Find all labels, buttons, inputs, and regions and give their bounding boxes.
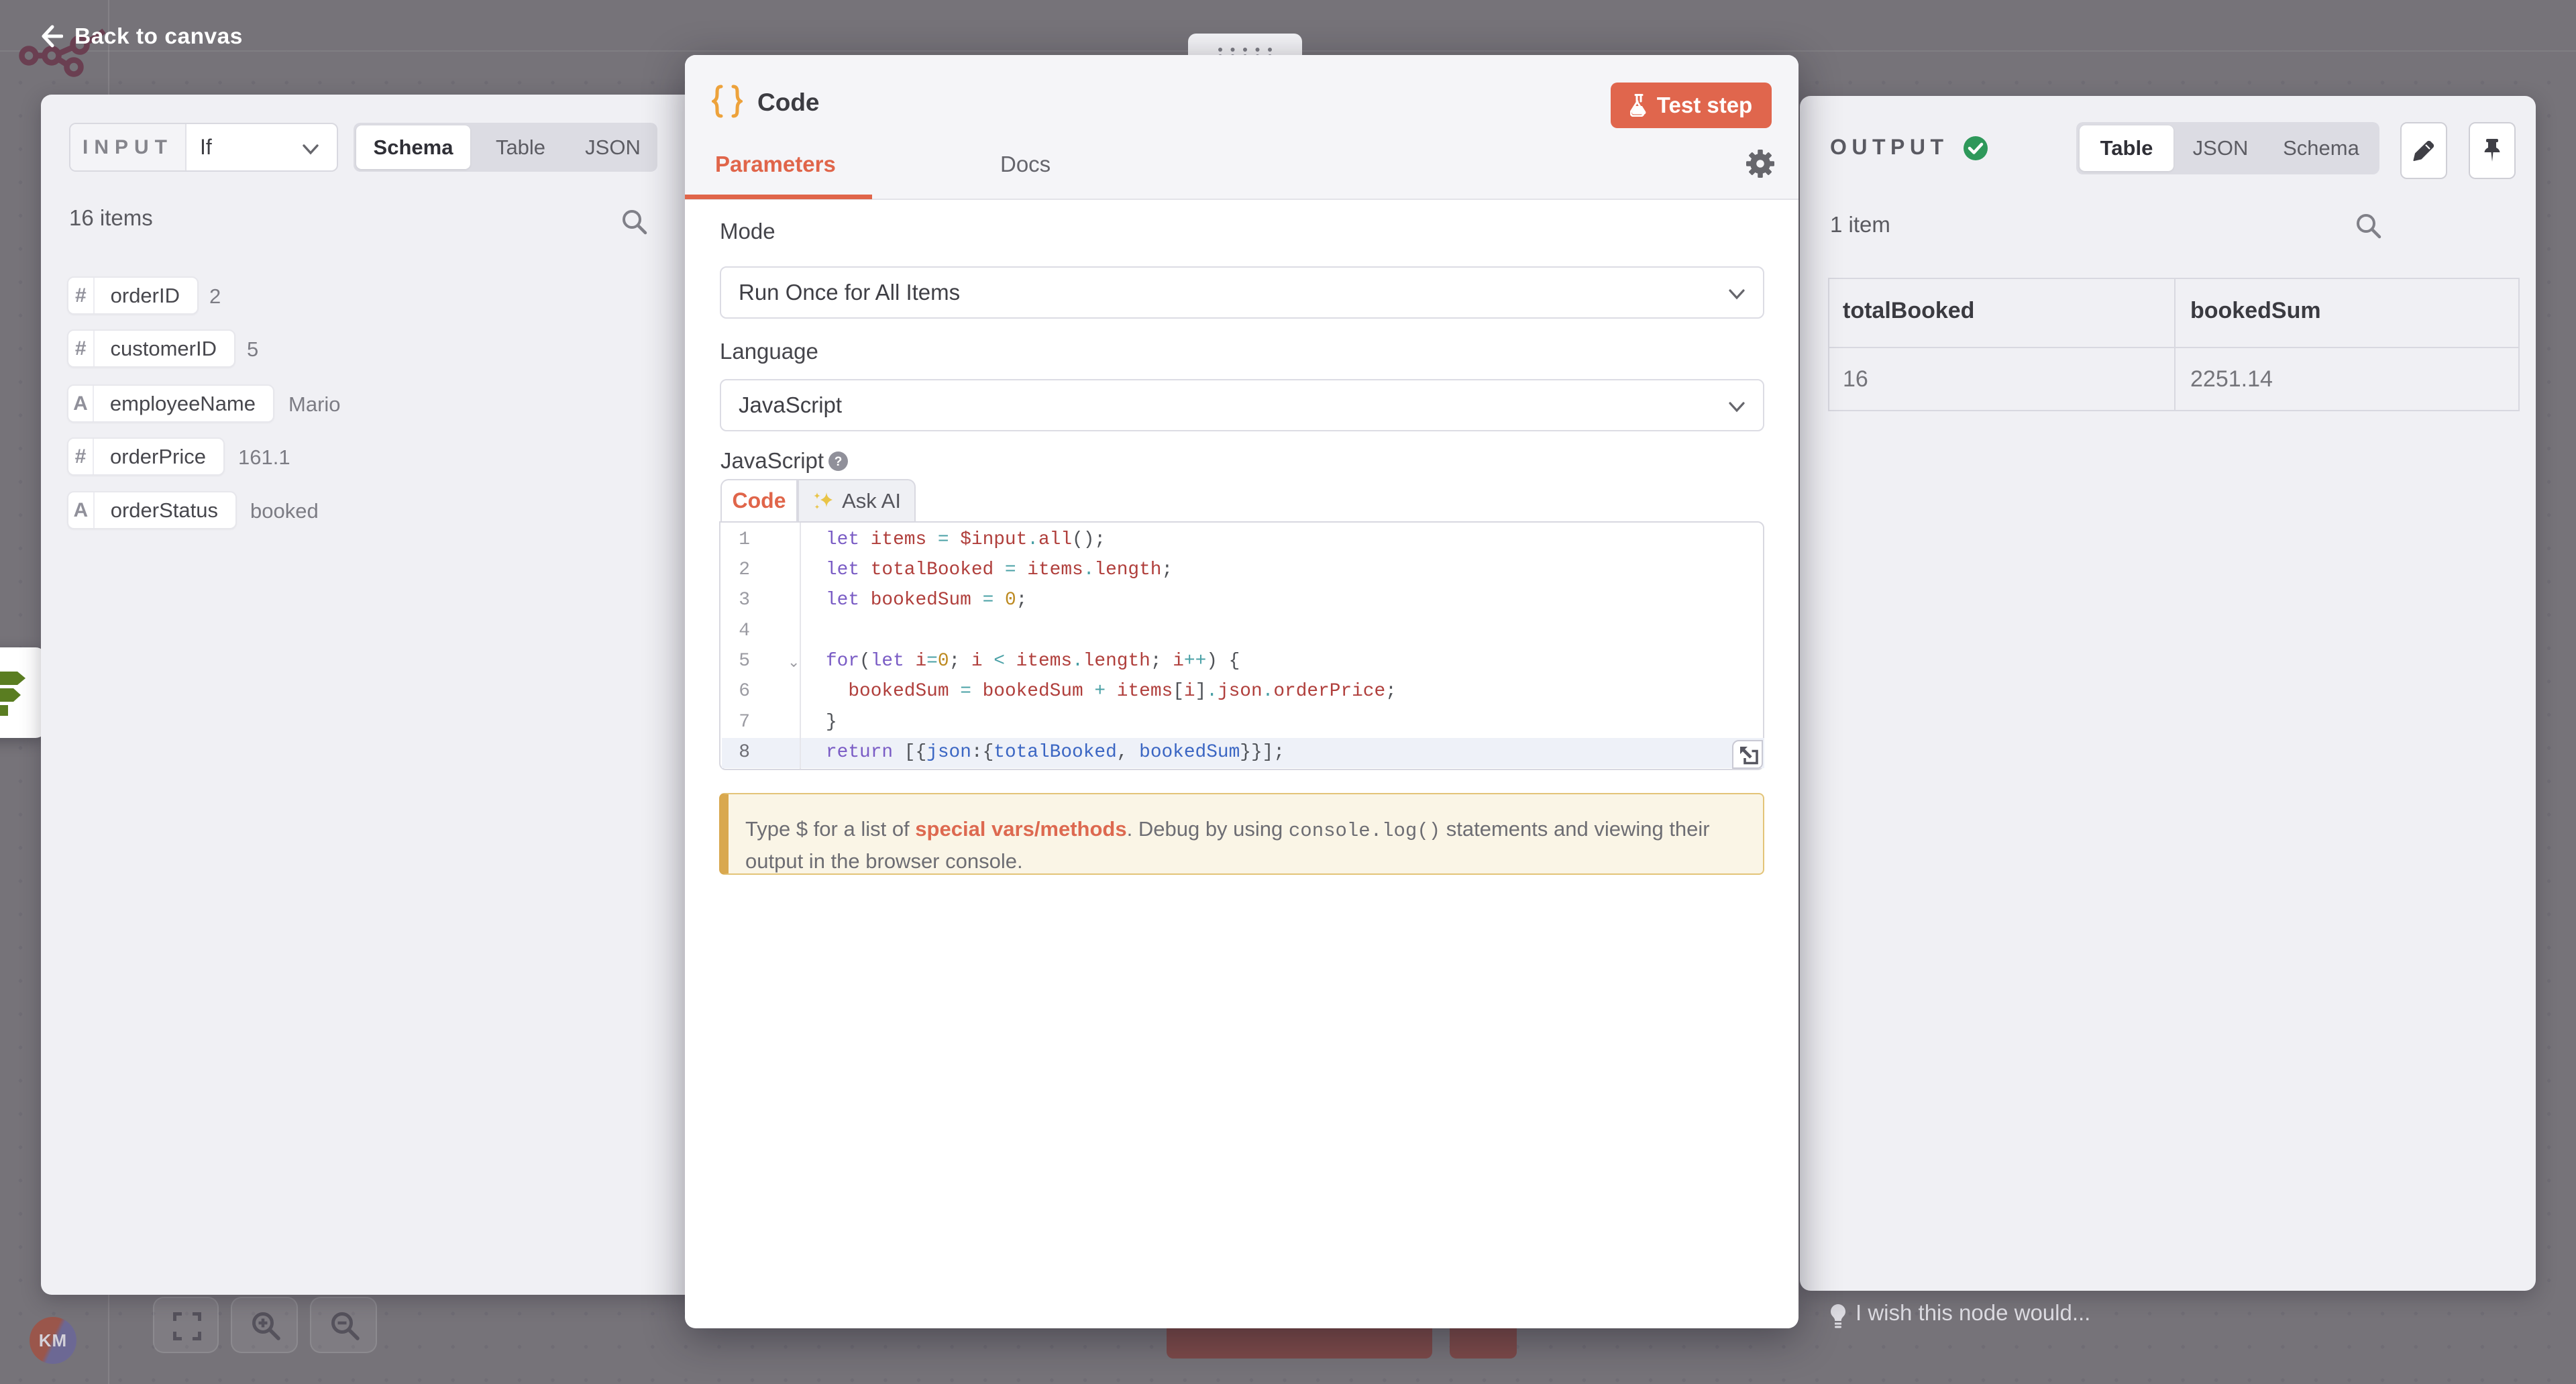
svg-text:?: ? bbox=[835, 455, 843, 469]
